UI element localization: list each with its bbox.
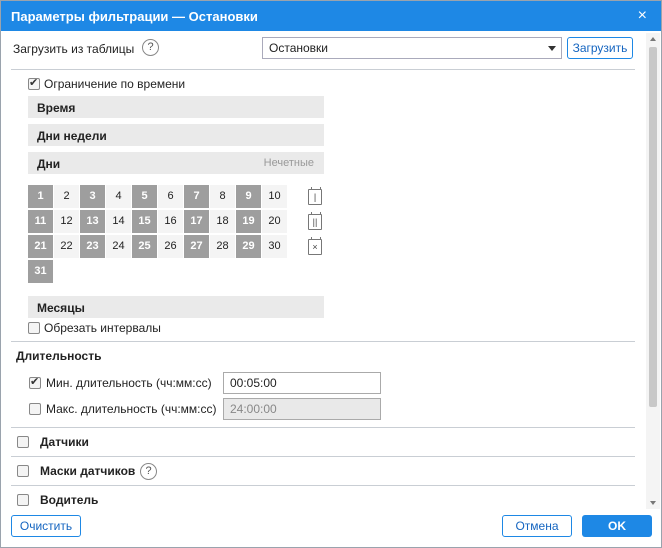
day-cell[interactable]: 12 — [54, 210, 79, 233]
max-duration-checkbox[interactable] — [29, 403, 41, 415]
day-cell[interactable]: 14 — [106, 210, 131, 233]
day-cell[interactable]: 15 — [132, 210, 157, 233]
section-months[interactable]: Месяцы — [28, 296, 324, 318]
load-button[interactable]: Загрузить — [567, 37, 633, 59]
trim-intervals-checkbox[interactable] — [28, 322, 40, 334]
time-limit-label: Ограничение по времени — [44, 77, 186, 91]
load-row: Загрузить из таблицы ? Остановки Загрузи… — [1, 33, 641, 63]
section-days[interactable]: Дни Нечетные — [28, 152, 324, 174]
time-limit-checkbox[interactable] — [28, 76, 40, 90]
day-cell[interactable]: 18 — [210, 210, 235, 233]
day-cell[interactable]: 2 — [54, 185, 79, 208]
sensor-masks-checkbox[interactable] — [17, 465, 29, 477]
filter-dialog: Параметры фильтрации — Остановки × Загру… — [0, 0, 662, 548]
driver-label: Водитель — [40, 493, 99, 507]
day-cell[interactable]: 6 — [158, 185, 183, 208]
day-cell[interactable]: 17 — [184, 210, 209, 233]
ok-button[interactable]: OK — [582, 515, 652, 537]
day-cell[interactable]: 22 — [54, 235, 79, 258]
clear-button[interactable]: Очистить — [11, 515, 81, 537]
day-cell[interactable]: 8 — [210, 185, 235, 208]
day-cell[interactable]: 16 — [158, 210, 183, 233]
cancel-button[interactable]: Отмена — [502, 515, 572, 537]
section-weekdays-title: Дни недели — [37, 129, 107, 143]
day-cell[interactable]: 23 — [80, 235, 105, 258]
day-cell[interactable]: 11 — [28, 210, 53, 233]
divider — [11, 485, 635, 486]
min-duration-field[interactable]: 00:05:00 — [223, 372, 381, 394]
day-cell[interactable]: 13 — [80, 210, 105, 233]
day-cell[interactable]: 21 — [28, 235, 53, 258]
day-cell[interactable]: 3 — [80, 185, 105, 208]
divider — [11, 427, 635, 428]
scroll-down-icon[interactable] — [650, 501, 656, 505]
day-cell[interactable]: 25 — [132, 235, 157, 258]
day-cell[interactable]: 26 — [158, 235, 183, 258]
help-icon[interactable]: ? — [140, 463, 157, 480]
day-cell[interactable]: 7 — [184, 185, 209, 208]
sensors-label: Датчики — [40, 435, 89, 449]
calendar-even-icon[interactable]: || — [308, 212, 322, 230]
day-cell[interactable]: 5 — [132, 185, 157, 208]
table-select[interactable]: Остановки — [262, 37, 562, 59]
day-cell[interactable]: 27 — [184, 235, 209, 258]
day-cell[interactable]: 9 — [236, 185, 261, 208]
scrollbar[interactable] — [646, 33, 660, 509]
min-duration-label: Мин. длительность (чч:мм:сс) — [46, 376, 212, 390]
max-duration-field: 24:00:00 — [223, 398, 381, 420]
section-months-title: Месяцы — [37, 301, 85, 315]
day-cell[interactable]: 19 — [236, 210, 261, 233]
divider — [11, 69, 635, 70]
day-cell[interactable]: 1 — [28, 185, 53, 208]
days-mode: Нечетные — [263, 157, 314, 169]
max-duration-label: Макс. длительность (чч:мм:сс) — [46, 402, 217, 416]
min-duration-checkbox[interactable] — [29, 375, 41, 389]
day-cell[interactable]: 28 — [210, 235, 235, 258]
trim-intervals-label: Обрезать интервалы — [44, 321, 161, 335]
section-time-title: Время — [37, 101, 76, 115]
day-cell[interactable]: 31 — [28, 260, 53, 283]
chevron-down-icon — [548, 46, 556, 51]
day-cell[interactable]: 4 — [106, 185, 131, 208]
section-days-title: Дни — [37, 157, 61, 171]
section-time[interactable]: Время — [28, 96, 324, 118]
close-icon[interactable]: × — [638, 7, 647, 25]
dialog-title: Параметры фильтрации — Остановки — [11, 9, 258, 24]
scroll-up-icon[interactable] — [650, 37, 656, 41]
day-cell[interactable]: 20 — [262, 210, 287, 233]
help-icon[interactable]: ? — [142, 39, 159, 56]
table-select-value: Остановки — [269, 41, 328, 55]
day-cell[interactable]: 24 — [106, 235, 131, 258]
sensor-masks-label: Маски датчиков — [40, 464, 136, 478]
load-label: Загрузить из таблицы — [13, 42, 135, 56]
divider — [11, 456, 635, 457]
dialog-footer: Очистить Отмена OK — [1, 509, 661, 547]
calendar-odd-icon[interactable]: | — [308, 187, 322, 205]
day-cell[interactable]: 29 — [236, 235, 261, 258]
driver-checkbox[interactable] — [17, 494, 29, 506]
sensors-checkbox[interactable] — [17, 436, 29, 448]
calendar-clear-icon[interactable]: × — [308, 237, 322, 255]
scrollbar-thumb[interactable] — [649, 47, 657, 407]
divider — [11, 341, 635, 342]
duration-title: Длительность — [16, 349, 102, 363]
day-cell[interactable]: 30 — [262, 235, 287, 258]
title-bar[interactable]: Параметры фильтрации — Остановки × — [1, 1, 661, 31]
section-weekdays[interactable]: Дни недели — [28, 124, 324, 146]
day-cell[interactable]: 10 — [262, 185, 287, 208]
